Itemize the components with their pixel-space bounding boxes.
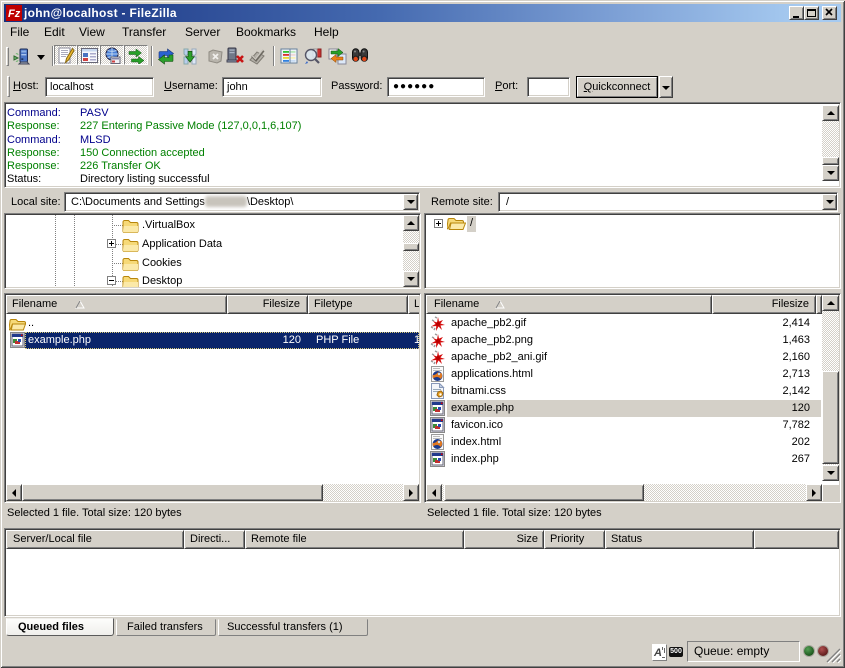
svg-text:Fz: Fz <box>8 8 21 20</box>
svg-text:A: A <box>653 647 662 659</box>
